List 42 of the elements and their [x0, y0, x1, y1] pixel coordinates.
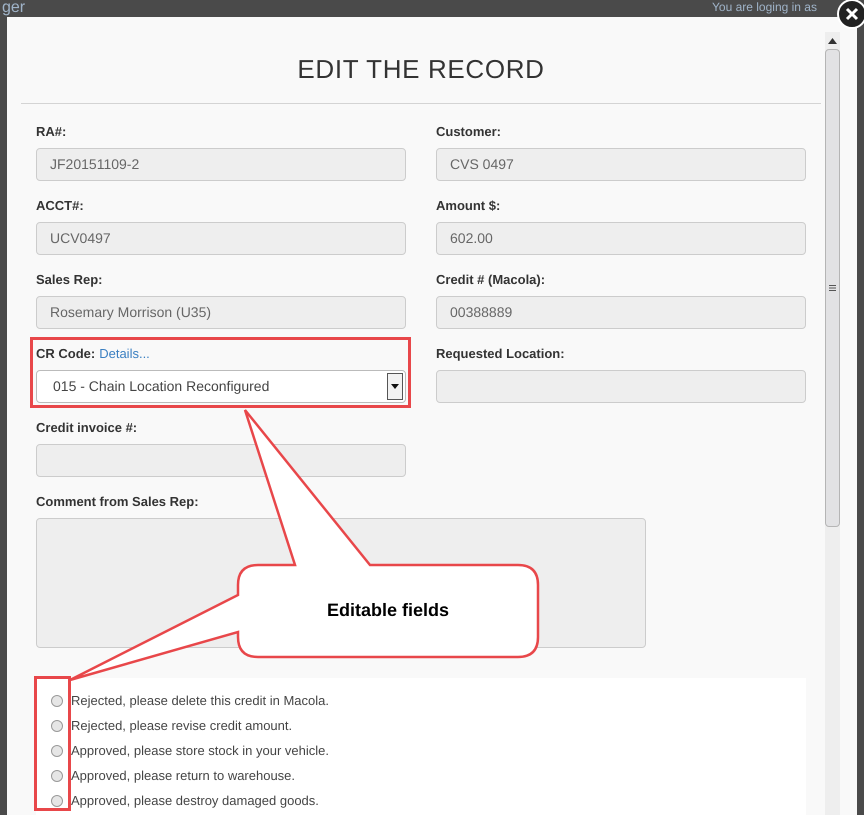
dropdown[interactable]: 015 - Chain Location Reconfigured — [36, 370, 406, 403]
input-field[interactable]: Rosemary Morrison (U35) — [36, 296, 406, 329]
field-label: Credit # (Macola): — [436, 271, 546, 290]
input-field[interactable]: 602.00 — [436, 222, 806, 255]
field-label: Customer: — [436, 123, 502, 142]
input-field[interactable] — [436, 370, 806, 403]
caret-icon — [391, 384, 399, 389]
scroll-up-icon[interactable] — [828, 38, 837, 44]
details-link[interactable]: Details... — [99, 344, 150, 364]
field-label: RA#: — [36, 123, 66, 142]
grip-icon — [829, 285, 836, 291]
field-label: ACCT#: — [36, 197, 84, 216]
input-field[interactable]: CVS 0497 — [436, 148, 806, 181]
radio-button[interactable] — [51, 744, 63, 756]
option-label: Rejected, please revise credit amount. — [71, 716, 292, 735]
input-field[interactable]: 00388889 — [436, 296, 806, 329]
field-label: CR Code: — [36, 345, 96, 364]
close-icon — [845, 7, 859, 21]
callout-text: Editable fields — [326, 599, 450, 622]
option-label: Approved, please return to warehouse. — [71, 766, 296, 785]
option-label: Rejected, please delete this credit in Macola. — [71, 692, 329, 710]
field-label: Comment from Sales Rep: — [36, 493, 199, 512]
radio-button[interactable] — [51, 694, 63, 706]
scrollbar[interactable] — [825, 32, 840, 815]
field-label: Sales Rep: — [36, 271, 102, 290]
field-label: Amount $: — [436, 197, 500, 216]
radio-button[interactable] — [51, 794, 63, 806]
radio-button[interactable] — [51, 720, 63, 732]
input-field[interactable]: UCV0497 — [36, 222, 406, 255]
option-label: Approved, please store stock in your vehicle. — [71, 742, 329, 760]
scroll-thumb[interactable] — [825, 49, 840, 527]
option-label: Approved, please destroy damaged goods. — [71, 792, 319, 810]
input-field[interactable]: JF20151109-2 — [36, 148, 406, 181]
input-field[interactable] — [36, 444, 406, 477]
field-label: Credit invoice #: — [36, 419, 138, 438]
login-notice: You are loging in as — [712, 1, 817, 13]
dropdown-arrow-button[interactable] — [387, 373, 403, 400]
modal-title: EDIT THE RECORD — [21, 17, 821, 104]
field-label: Requested Location: — [436, 345, 565, 364]
radio-button[interactable] — [51, 770, 63, 782]
logo-text: ger — [2, 0, 26, 16]
close-button[interactable] — [837, 0, 864, 29]
